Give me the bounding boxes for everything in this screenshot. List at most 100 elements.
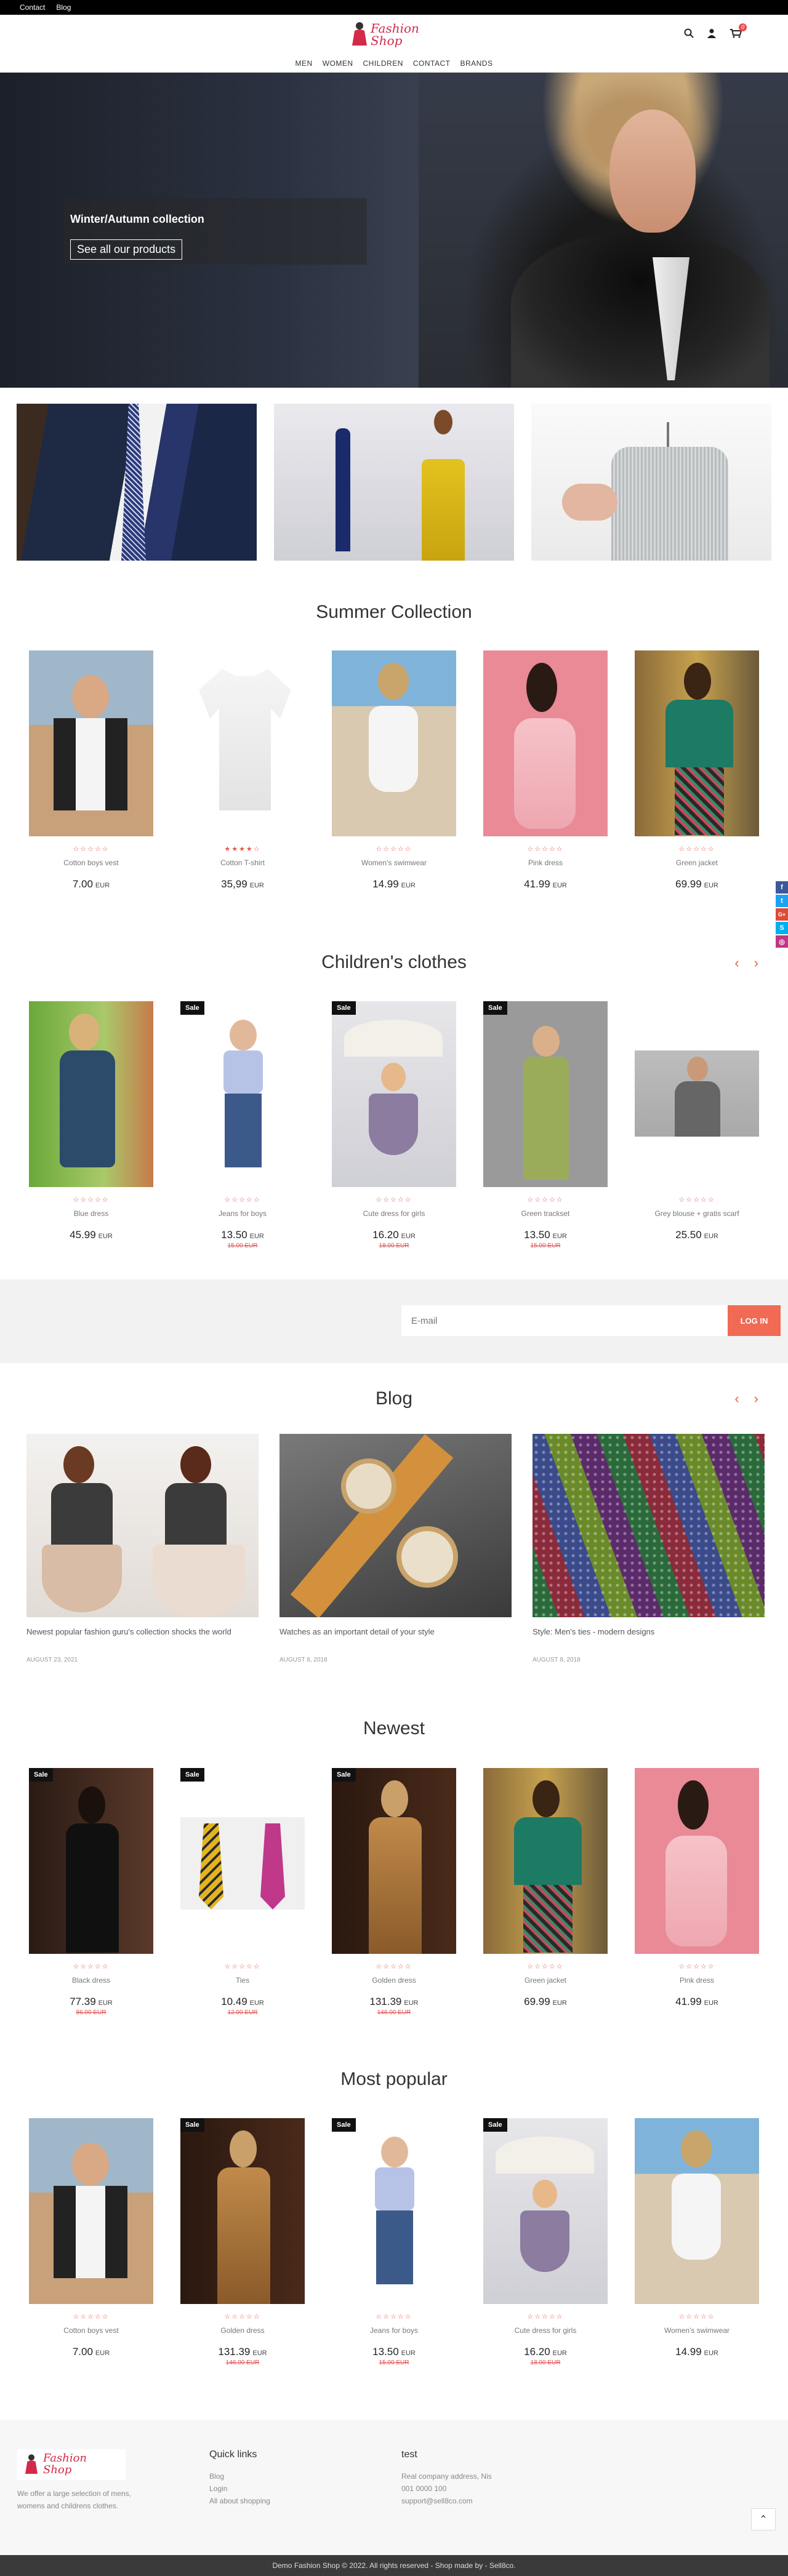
- banner-shirts[interactable]: [531, 404, 771, 561]
- product-image[interactable]: Sale: [29, 1768, 153, 1954]
- product-image[interactable]: [635, 1768, 759, 1954]
- see-all-products-button[interactable]: See all our products: [70, 239, 183, 260]
- footer-link-blog[interactable]: Blog: [209, 2470, 270, 2482]
- footer-logo[interactable]: Fashion Shop: [17, 2449, 126, 2480]
- product-image[interactable]: [483, 1768, 608, 1954]
- product-name[interactable]: Pink dress: [635, 1976, 759, 1986]
- blog-post-title[interactable]: Style: Men's ties - modern designs: [533, 1627, 765, 1647]
- product-card[interactable]: Sale ☆☆☆☆☆ Jeans for boys 13.50 EUR 15.00…: [332, 2118, 456, 2366]
- product-name[interactable]: Grey blouse + gratis scarf: [635, 1209, 759, 1219]
- chevron-right-icon[interactable]: ›: [754, 955, 758, 971]
- blog-card[interactable]: Style: Men's ties - modern designs AUGUS…: [533, 1434, 765, 1663]
- product-image[interactable]: [332, 650, 456, 836]
- product-image[interactable]: Sale: [332, 1001, 456, 1187]
- nav-men[interactable]: MEN: [296, 59, 313, 72]
- product-card[interactable]: ☆☆☆☆☆ Women's swimwear 14.99 EUR: [635, 2118, 759, 2366]
- facebook-icon[interactable]: f: [776, 881, 788, 894]
- search-icon[interactable]: [684, 28, 694, 41]
- contact-link[interactable]: Contact: [20, 3, 45, 12]
- product-name[interactable]: Cute dress for girls: [483, 2326, 608, 2336]
- email-field[interactable]: [401, 1305, 728, 1336]
- product-name[interactable]: Green jacket: [635, 858, 759, 868]
- product-image[interactable]: Sale: [483, 2118, 608, 2304]
- product-image[interactable]: [29, 1001, 153, 1187]
- product-card[interactable]: ☆☆☆☆☆ Cotton boys vest 7.00 EUR: [29, 2118, 153, 2366]
- logo[interactable]: Fashion Shop: [345, 18, 419, 50]
- product-card[interactable]: Sale ☆☆☆☆☆ Green trackset 13.50 EUR 15.00…: [483, 1001, 608, 1249]
- google-plus-icon[interactable]: G+: [776, 908, 788, 921]
- product-name[interactable]: Cute dress for girls: [332, 1209, 456, 1219]
- product-card[interactable]: ☆☆☆☆☆ Green jacket 69.99 EUR: [483, 1768, 608, 2016]
- product-image[interactable]: [29, 650, 153, 836]
- product-card[interactable]: Sale ☆☆☆☆☆ Golden dress 131.39 EUR 146.00…: [332, 1768, 456, 2016]
- skype-icon[interactable]: S: [776, 922, 788, 934]
- product-image[interactable]: Sale: [332, 2118, 456, 2304]
- product-name[interactable]: Ties: [180, 1976, 305, 1986]
- product-name[interactable]: Cotton T-shirt: [180, 858, 305, 868]
- product-name[interactable]: Blue dress: [29, 1209, 153, 1219]
- product-card[interactable]: ★★★★☆ Cotton T-shirt 35,99 EUR: [180, 650, 305, 890]
- cart-icon[interactable]: 0: [730, 23, 747, 41]
- product-name[interactable]: Women's swimwear: [635, 2326, 759, 2336]
- product-name[interactable]: Pink dress: [483, 858, 608, 868]
- blog-card[interactable]: Watches as an important detail of your s…: [279, 1434, 512, 1663]
- blog-post-title[interactable]: Newest popular fashion guru's collection…: [26, 1627, 259, 1647]
- product-card[interactable]: Sale ☆☆☆☆☆ Cute dress for girls 16.20 EUR…: [483, 2118, 608, 2366]
- chevron-right-icon[interactable]: ›: [754, 1391, 758, 1407]
- blog-image[interactable]: [279, 1434, 512, 1617]
- scroll-to-top-button[interactable]: ⌃: [751, 2508, 776, 2530]
- nav-children[interactable]: CHILDREN: [363, 59, 403, 72]
- product-card[interactable]: ☆☆☆☆☆ Cotton boys vest 7.00 EUR: [29, 650, 153, 890]
- blog-card[interactable]: Newest popular fashion guru's collection…: [26, 1434, 259, 1663]
- footer-link-login[interactable]: Login: [209, 2482, 270, 2495]
- chevron-left-icon[interactable]: ‹: [734, 1391, 739, 1407]
- nav-women[interactable]: WOMEN: [323, 59, 353, 72]
- product-name[interactable]: Women's swimwear: [332, 858, 456, 868]
- product-card[interactable]: ☆☆☆☆☆ Pink dress 41.99 EUR: [635, 1768, 759, 2016]
- product-image[interactable]: [635, 650, 759, 836]
- product-image[interactable]: [483, 650, 608, 836]
- blog-post-title[interactable]: Watches as an important detail of your s…: [279, 1627, 512, 1647]
- login-button[interactable]: LOG IN: [728, 1305, 781, 1336]
- chevron-left-icon[interactable]: ‹: [734, 955, 739, 971]
- blog-image[interactable]: [26, 1434, 259, 1617]
- twitter-icon[interactable]: t: [776, 895, 788, 907]
- banner-women[interactable]: [274, 404, 514, 561]
- product-card[interactable]: Sale ☆☆☆☆☆ Golden dress 131.39 EUR 146.00…: [180, 2118, 305, 2366]
- product-image[interactable]: Sale: [180, 2118, 305, 2304]
- blog-link[interactable]: Blog: [56, 3, 71, 12]
- product-name[interactable]: Black dress: [29, 1976, 153, 1986]
- product-image[interactable]: [180, 650, 305, 836]
- product-image[interactable]: Sale: [483, 1001, 608, 1187]
- product-image[interactable]: [635, 2118, 759, 2304]
- instagram-icon[interactable]: ◎: [776, 935, 788, 948]
- product-name[interactable]: Green jacket: [483, 1976, 608, 1986]
- product-card[interactable]: ☆☆☆☆☆ Green jacket 69.99 EUR: [635, 650, 759, 890]
- blog-image[interactable]: [533, 1434, 765, 1617]
- product-card[interactable]: ☆☆☆☆☆ Pink dress 41.99 EUR: [483, 650, 608, 890]
- user-icon[interactable]: [707, 28, 716, 41]
- contact-email[interactable]: support@sell8co.com: [401, 2495, 492, 2507]
- product-image[interactable]: [29, 2118, 153, 2304]
- product-name[interactable]: Green trackset: [483, 1209, 608, 1219]
- product-image[interactable]: Sale: [180, 1768, 305, 1954]
- product-card[interactable]: Sale ☆☆☆☆☆ Black dress 77.39 EUR 86.00 EU…: [29, 1768, 153, 2016]
- nav-contact[interactable]: CONTACT: [413, 59, 451, 72]
- product-card[interactable]: Sale ☆☆☆☆☆ Jeans for boys 13.50 EUR 15.00…: [180, 1001, 305, 1249]
- product-name[interactable]: Cotton boys vest: [29, 858, 153, 868]
- footer-link-shopping[interactable]: All about shopping: [209, 2495, 270, 2507]
- product-card[interactable]: ☆☆☆☆☆ Women's swimwear 14.99 EUR: [332, 650, 456, 890]
- nav-brands[interactable]: BRANDS: [460, 59, 492, 72]
- product-name[interactable]: Jeans for boys: [180, 1209, 305, 1219]
- product-image[interactable]: Sale: [180, 1001, 305, 1187]
- product-name[interactable]: Golden dress: [180, 2326, 305, 2336]
- banner-men[interactable]: [17, 404, 257, 561]
- product-name[interactable]: Cotton boys vest: [29, 2326, 153, 2336]
- product-image[interactable]: [635, 1001, 759, 1187]
- product-card[interactable]: Sale ☆☆☆☆☆ Ties 10.49 EUR 12.00 EUR: [180, 1768, 305, 2016]
- product-card[interactable]: ☆☆☆☆☆ Blue dress 45.99 EUR: [29, 1001, 153, 1249]
- product-name[interactable]: Golden dress: [332, 1976, 456, 1986]
- product-card[interactable]: Sale ☆☆☆☆☆ Cute dress for girls 16.20 EUR…: [332, 1001, 456, 1249]
- product-image[interactable]: Sale: [332, 1768, 456, 1954]
- product-name[interactable]: Jeans for boys: [332, 2326, 456, 2336]
